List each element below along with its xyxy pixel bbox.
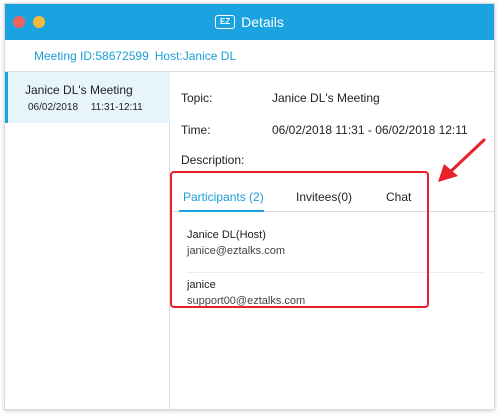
meeting-details-panel: Topic: Janice DL's Meeting Time: 06/02/2… (171, 72, 494, 409)
sidebar-item-datetime: 06/02/2018 11:31-12:11 (28, 102, 143, 113)
title-bar: EZ Details (5, 4, 494, 40)
participant-name: Janice DL(Host) (187, 229, 266, 241)
participant-item[interactable]: janice support00@eztalks.com (187, 279, 484, 323)
details-window: EZ Details Meeting ID:58672599 Host:Jani… (4, 3, 495, 410)
app-logo-icon: EZ (215, 15, 236, 29)
topic-row: Topic: Janice DL's Meeting (181, 91, 380, 105)
topic-label: Topic: (181, 91, 213, 105)
window-title: Details (241, 14, 284, 30)
tab-bar: Participants (2) Invitees(0) Chat (171, 182, 494, 212)
active-tab-indicator (179, 210, 264, 212)
topic-value: Janice DL's Meeting (272, 91, 380, 105)
tab-chat[interactable]: Chat (386, 190, 411, 204)
time-row: Time: 06/02/2018 11:31 - 06/02/2018 12:1… (181, 123, 468, 137)
time-label: Time: (181, 123, 211, 137)
description-label: Description: (181, 153, 245, 167)
tab-invitees[interactable]: Invitees(0) (296, 190, 352, 204)
sidebar-item-date: 06/02/2018 (28, 102, 79, 113)
participant-email: janice@eztalks.com (187, 245, 285, 257)
sidebar-item-name: Janice DL's Meeting (25, 83, 133, 97)
description-row: Description: (181, 153, 244, 167)
participant-email: support00@eztalks.com (187, 295, 306, 307)
meeting-host: Host:Janice DL (154, 48, 237, 63)
participant-item[interactable]: Janice DL(Host) janice@eztalks.com (187, 229, 484, 273)
tab-participants[interactable]: Participants (2) (183, 190, 264, 204)
meeting-info-bar: Meeting ID:58672599 Host:Janice DL (5, 40, 494, 72)
sidebar-item-time: 11:31-12:11 (90, 102, 143, 113)
sidebar-item-meeting[interactable]: Janice DL's Meeting 06/02/2018 11:31-12:… (5, 72, 170, 123)
meeting-id: Meeting ID:58672599 (34, 48, 149, 63)
participant-name: janice (187, 279, 216, 291)
time-value: 06/02/2018 11:31 - 06/02/2018 12:11 (272, 123, 468, 137)
meeting-list-sidebar: Janice DL's Meeting 06/02/2018 11:31-12:… (5, 72, 170, 409)
